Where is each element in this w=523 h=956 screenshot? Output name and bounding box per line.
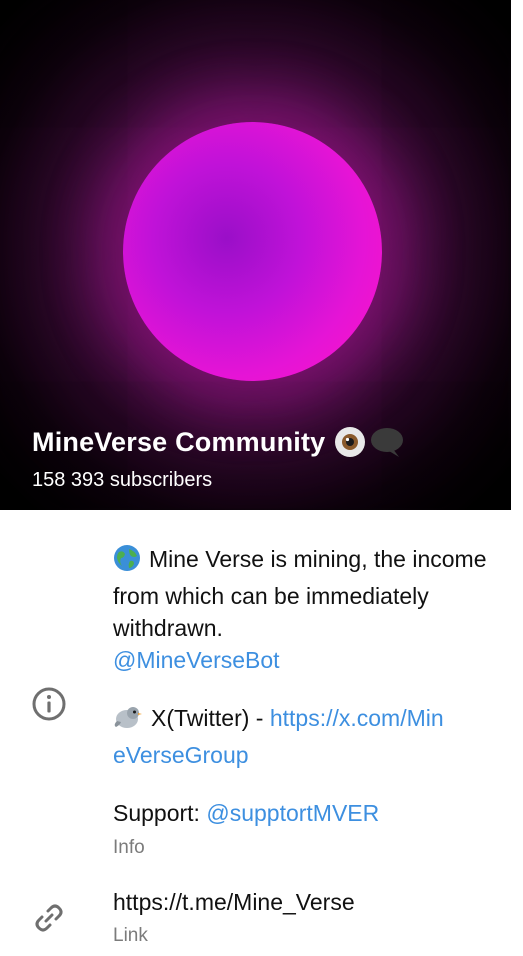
support-link[interactable]: @supptortMVER [206, 800, 379, 826]
twitter-link-part2[interactable]: eVerseGroup [113, 742, 249, 768]
link-icon [31, 900, 67, 936]
description-text: Mine Verse is mining, the income from wh… [113, 546, 487, 641]
channel-name: MineVerse Community [32, 426, 326, 457]
channel-avatar[interactable] [123, 122, 382, 381]
support-label: Support: [113, 800, 207, 826]
info-caption: Info [113, 837, 145, 858]
info-icon [31, 686, 67, 722]
twitter-line: X(Twitter) - https://x.com/Min eVerseGro… [113, 702, 493, 771]
channel-cover: MineVerse Community 158 393 subscribers [0, 0, 511, 510]
channel-link[interactable]: https://t.me/Mine_Verse [113, 886, 493, 918]
bird-emoji-icon [113, 703, 143, 739]
channel-profile: MineVerse Community 158 393 subscribers [0, 0, 523, 956]
twitter-link-part1[interactable]: https://x.com/Min [270, 705, 444, 731]
support-line: Support: @supptortMVER [113, 797, 493, 829]
subscriber-count: 158 393 subscribers [32, 469, 213, 491]
globe-emoji-icon [113, 544, 141, 580]
channel-title: MineVerse Community [32, 425, 405, 459]
bot-link[interactable]: @MineVerseBot [113, 647, 280, 673]
eye-emoji-icon [333, 425, 367, 459]
channel-description: Mine Verse is mining, the income from wh… [113, 543, 493, 676]
twitter-prefix: X(Twitter) - [151, 705, 270, 731]
speech-bubble-icon [369, 425, 405, 459]
link-caption: Link [113, 925, 148, 946]
